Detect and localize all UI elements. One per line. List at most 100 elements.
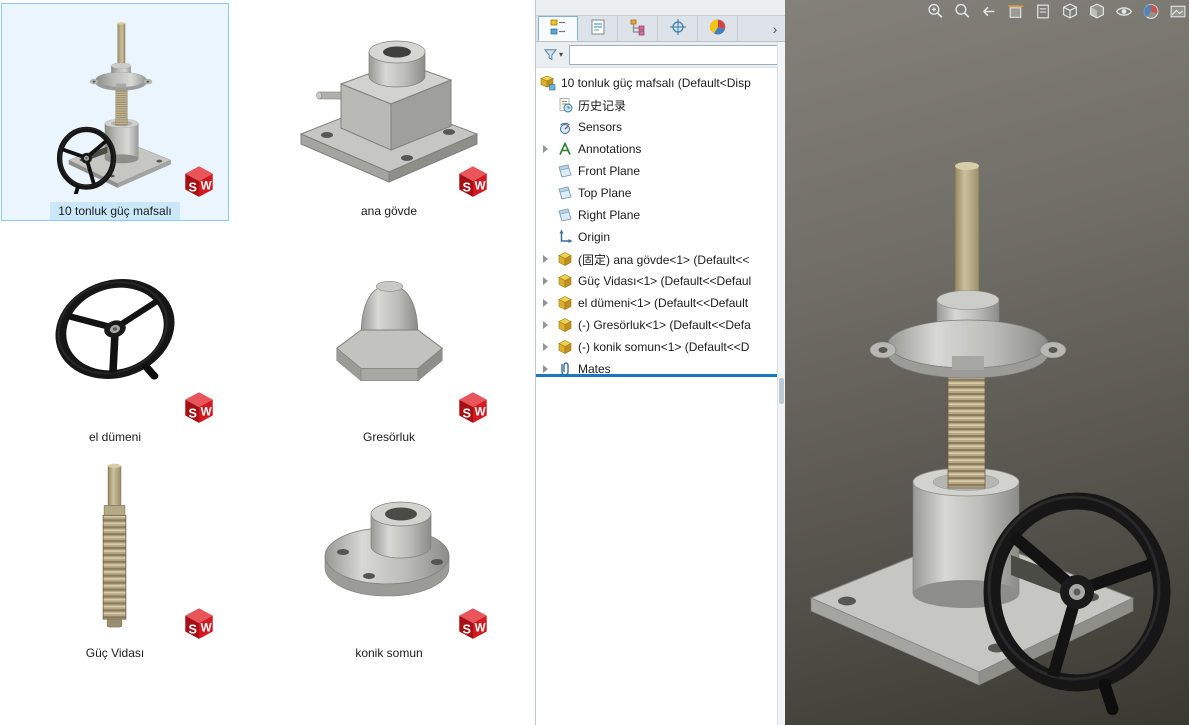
view-orientation-icon[interactable]: [1059, 2, 1081, 21]
origin-icon: [557, 229, 573, 245]
file-item-label: Güç Vidası: [78, 644, 152, 662]
tab-configurationmanager[interactable]: [618, 16, 658, 41]
tab-dimxpertmanager[interactable]: [658, 16, 698, 41]
tree-item-history[interactable]: 历史记录: [536, 94, 778, 116]
part-icon: [557, 273, 573, 289]
file-thumbnail: S W: [276, 446, 502, 644]
tree-item-el-dumeni[interactable]: el dümeni<1> (Default<<Default: [536, 292, 778, 314]
expand-arrow-icon[interactable]: [543, 299, 548, 307]
svg-text:S: S: [462, 407, 470, 421]
filter-row: ▾: [536, 42, 785, 68]
assembly-thumbnail-graphic: [51, 12, 179, 194]
file-item-label: Gresörluk: [355, 428, 423, 446]
expand-arrow-icon[interactable]: [543, 365, 548, 373]
section-view-icon[interactable]: [1005, 2, 1027, 21]
file-item-label: el dümeni: [81, 428, 149, 446]
tree-filter-input[interactable]: [569, 45, 780, 65]
tree-item-label: Güç Vidası<1> (Default<<Defaul: [578, 274, 751, 288]
solidworks-badge-icon: S W: [180, 604, 218, 642]
tree-item-guc-vidasi[interactable]: Güç Vidası<1> (Default<<Defaul: [536, 270, 778, 292]
part-icon: [557, 251, 573, 267]
file-thumbnail: S W: [2, 230, 228, 428]
expand-arrow-icon[interactable]: [543, 343, 548, 351]
expand-arrow-icon[interactable]: [543, 321, 548, 329]
expand-arrow-icon[interactable]: [543, 277, 548, 285]
previous-view-icon[interactable]: [978, 2, 1000, 21]
solidworks-badge-icon: S W: [454, 162, 492, 200]
tree-item-origin[interactable]: Origin: [536, 226, 778, 248]
solidworks-badge-icon: S W: [454, 388, 492, 426]
solidworks-badge-icon: S W: [180, 162, 218, 200]
screw-jack-model[interactable]: [785, 0, 1189, 725]
tree-item-ana-govde[interactable]: (固定) ana gövde<1> (Default<<: [536, 248, 778, 270]
file-item-konik-somun[interactable]: S W konik somun: [276, 446, 502, 662]
panel-splitter[interactable]: [536, 374, 777, 377]
tree-item-right-plane[interactable]: Right Plane: [536, 204, 778, 226]
tab-overflow-arrow[interactable]: ›: [765, 16, 785, 41]
solidworks-badge-icon: S W: [454, 604, 492, 642]
file-thumbnail: S W: [276, 4, 502, 202]
annotation-views-icon[interactable]: [1032, 2, 1054, 21]
file-browser-pane: S W 10 tonluk güç mafsalı: [0, 0, 535, 725]
file-item-label: konik somun: [347, 644, 430, 662]
expand-arrow-icon[interactable]: [543, 255, 548, 263]
tab-featuremanager[interactable]: [538, 16, 578, 41]
file-item-el-dumeni[interactable]: S W el dümeni: [2, 230, 228, 446]
zoom-to-fit-icon[interactable]: [924, 2, 946, 21]
zoom-to-area-icon[interactable]: [951, 2, 973, 21]
panel-top-strip: [536, 0, 785, 15]
annotations-icon: [557, 141, 573, 157]
displaymanager-ball-icon: [709, 18, 727, 39]
file-thumbnail: S W: [2, 4, 228, 202]
tree-item-top-plane[interactable]: Top Plane: [536, 182, 778, 204]
tab-displaymanager[interactable]: [698, 16, 738, 41]
hide-show-items-icon[interactable]: [1113, 2, 1135, 21]
tree-item-gresorluk[interactable]: (-) Gresörluk<1> (Default<<Defa: [536, 314, 778, 336]
svg-text:S: S: [188, 623, 196, 637]
handwheel-thumbnail-graphic: [30, 254, 200, 404]
history-icon: [557, 97, 573, 113]
scrollbar-thumb[interactable]: [779, 378, 784, 404]
tree-item-assembly-root[interactable]: 10 tonluk güç mafsalı (Default<Disp: [536, 72, 778, 94]
svg-text:W: W: [201, 405, 212, 418]
file-item-10-tonluk-guc-mafsali[interactable]: S W 10 tonluk güç mafsalı: [2, 4, 228, 220]
funnel-dropdown-arrow: ▾: [559, 50, 563, 59]
apply-scene-icon[interactable]: [1167, 2, 1189, 21]
configurationmanager-icon: [629, 18, 647, 39]
display-style-icon[interactable]: [1086, 2, 1108, 21]
tree-item-annotations[interactable]: Annotations: [536, 138, 778, 160]
file-item-guc-vidasi[interactable]: S W Güç Vidası: [2, 446, 228, 662]
featuremanager-panel: › ▾ 10 tonlu: [535, 0, 785, 725]
plane-icon: [557, 207, 573, 223]
propertymanager-icon: [589, 18, 607, 39]
filter-funnel-button[interactable]: ▾: [540, 45, 566, 65]
expand-arrow-icon[interactable]: [543, 145, 548, 153]
tree-item-label: Annotations: [578, 142, 641, 156]
edit-appearance-icon[interactable]: [1140, 2, 1162, 21]
part-icon: [557, 317, 573, 333]
svg-text:S: S: [188, 181, 196, 195]
housing-thumbnail-graphic: [289, 22, 489, 184]
tree-item-front-plane[interactable]: Front Plane: [536, 160, 778, 182]
tree-item-sensors[interactable]: Sensors: [536, 116, 778, 138]
svg-text:W: W: [201, 621, 212, 634]
svg-text:S: S: [188, 407, 196, 421]
tree-item-konik-somun[interactable]: (-) konik somun<1> (Default<<D: [536, 336, 778, 358]
svg-text:S: S: [462, 623, 470, 637]
solidworks-badge-icon: S W: [180, 388, 218, 426]
grease-fitting-thumbnail-graphic: [317, 263, 462, 395]
tree-vertical-scrollbar[interactable]: [777, 42, 785, 725]
file-item-gresorluk[interactable]: S W Gresörluk: [276, 230, 502, 446]
file-item-ana-govde[interactable]: S W ana gövde: [276, 4, 502, 220]
svg-text:W: W: [475, 179, 486, 192]
heads-up-view-toolbar: [924, 0, 1189, 21]
tree-item-label: Right Plane: [578, 208, 640, 222]
viewport-3d[interactable]: [785, 0, 1189, 725]
funnel-icon: [543, 47, 558, 62]
desktop: S W 10 tonluk güç mafsalı: [0, 0, 1189, 725]
file-item-label: 10 tonluk güç mafsalı: [50, 202, 179, 220]
file-thumbnail: S W: [276, 230, 502, 428]
tab-propertymanager[interactable]: [578, 16, 618, 41]
conical-nut-thumbnail-graphic: [309, 484, 469, 606]
assembly-icon: [540, 75, 556, 91]
